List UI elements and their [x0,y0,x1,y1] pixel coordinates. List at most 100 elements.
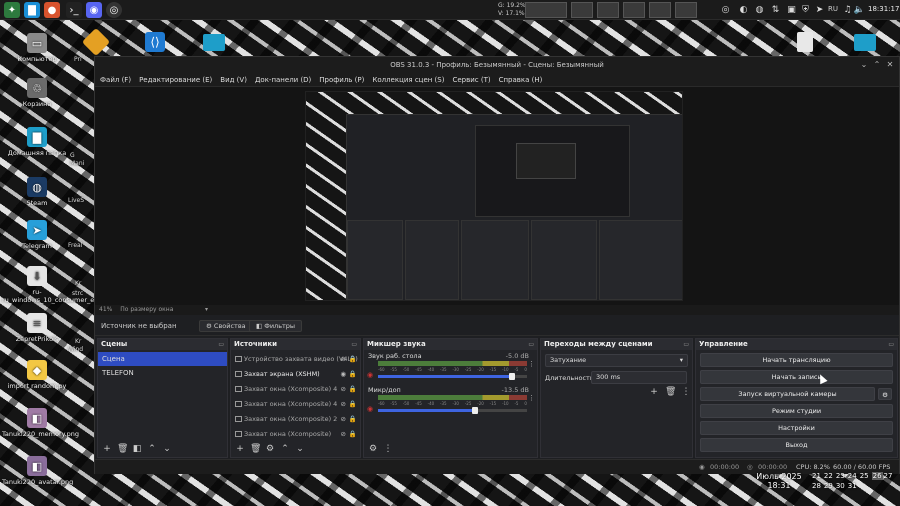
source-item[interactable]: Захват окна (Xcomposite) ⊘ 🔒 [231,427,360,442]
chevron-down-icon[interactable]: ▾ [205,305,208,315]
desktop-icon[interactable]: ◆ import random.py [2,360,72,390]
filter-icon[interactable]: ◧ [132,444,142,454]
desktop-icon[interactable]: ◧ Tanuki220_avatar.png [2,456,73,486]
lock-icon[interactable]: 🔒 [349,412,357,427]
duration-input[interactable]: 300 ms [591,371,687,384]
trash-icon[interactable]: 🗑 [250,444,261,454]
calendar-day[interactable]: 22 [824,472,833,480]
eye-hidden-icon[interactable]: ⊘ [341,352,346,367]
source-item[interactable]: Устройство захвата видео (V4L2) ⊘ 🔒 [231,352,360,367]
tray-app-icon[interactable]: ◐ [738,4,749,15]
network-icon[interactable]: ⇅ [770,4,781,15]
lock-icon[interactable]: 🔒 [349,382,357,397]
volume-slider[interactable] [378,407,527,414]
audio-icon[interactable]: ♫ [842,4,853,15]
calendar-day[interactable]: 24 [848,472,857,480]
chevron-up-icon[interactable]: ⌃ [280,444,290,454]
desktop-folder-icon[interactable] [203,34,225,51]
chevron-down-icon[interactable]: ⌄ [295,444,305,454]
desktop-icon[interactable]: ➤ Telegram [2,220,72,250]
eye-hidden-icon[interactable]: ⊘ [341,427,346,442]
gear-icon[interactable]: ⚙ [878,388,892,400]
terminal-icon[interactable]: ›_ [66,2,82,18]
eye-hidden-icon[interactable]: ⊘ [341,412,346,427]
transition-select[interactable]: Затухание ▾ [545,354,688,367]
calendar-day[interactable]: 28 [812,482,821,490]
shield-icon[interactable]: ⛨ [800,4,811,15]
volume-slider-handle[interactable] [471,407,478,414]
zoom-bar[interactable]: 41% По размеру окна ▾ [95,305,899,315]
eye-hidden-icon[interactable]: ⊘ [341,382,346,397]
desktop-icon[interactable]: ◧ Tanuki220_memory.png [2,408,79,438]
add-icon[interactable]: + [102,444,112,454]
preview-area[interactable] [95,87,899,305]
clipboard-icon[interactable]: ▣ [786,4,797,15]
source-item[interactable]: Захват окна (Xcomposite) 4 ⊘ 🔒 [231,397,360,412]
more-icon[interactable]: ⋮ [528,360,535,368]
calendar-day[interactable]: 23 [836,472,845,480]
window-thumbnail[interactable] [525,2,567,18]
desktop-icon[interactable]: ⬇ ru-ru_windows_10_consumer_e... [2,266,101,304]
volume-slider[interactable] [378,373,527,380]
eye-icon[interactable]: ◉ [340,367,346,382]
lock-icon[interactable]: 🔒 [349,352,357,367]
desktop-icon-vscode[interactable]: ⟨⟩ [145,32,165,52]
panel-clock[interactable]: 18:31:17 [868,6,899,13]
window-thumbnail[interactable] [597,2,619,18]
steam-tray-icon[interactable]: ◍ [754,4,765,15]
scene-item[interactable]: TELEFON [98,366,227,380]
trash-icon[interactable]: 🗑 [117,444,128,454]
control-button[interactable]: Настройки [700,421,893,435]
add-icon[interactable]: + [649,387,659,397]
control-button[interactable]: Выход [700,438,893,452]
menu-item[interactable]: Справка (H) [499,76,543,84]
obs-tray-icon[interactable]: ◎ [720,4,731,15]
chevron-down-icon[interactable]: ⌄ [162,444,172,454]
pomodoro-icon[interactable]: ● [44,2,60,18]
desktop-icon[interactable]: ▭ Компьютер [2,33,72,63]
source-item[interactable]: Захват окна (Xcomposite) 2 ⊘ 🔒 [231,412,360,427]
volume-icon[interactable]: 🔈 [854,4,865,15]
desktop-icon[interactable]: ≡ ZapretPrikols [2,313,72,343]
mint-menu-icon[interactable]: ✦ [4,2,20,18]
lock-icon[interactable]: 🔒 [349,397,357,412]
more-icon[interactable]: ⋮ [383,444,393,454]
mute-icon[interactable]: ◉ [367,405,373,413]
desktop-icon[interactable]: ▇ Домашняя папка [2,127,72,157]
window-thumbnail[interactable] [571,2,593,18]
desktop-document-icon[interactable] [797,32,813,52]
control-button[interactable]: Начать трансляцию [700,353,893,367]
desktop-icon[interactable]: ♲ Корзина [2,78,72,108]
calendar-day[interactable]: 30 [836,482,845,490]
calendar-day[interactable]: 29 [824,482,833,490]
properties-button[interactable]: ⚙ Свойства [199,320,253,332]
window-thumbnail[interactable] [649,2,671,18]
menu-item[interactable]: Док-панели (D) [255,76,311,84]
desktop-icon[interactable]: ◍ Steam [2,177,72,207]
calendar-day[interactable]: 25 [860,472,869,480]
telegram-tray-icon[interactable]: ➤ [814,4,825,15]
filters-button[interactable]: ◧ Фильтры [249,320,303,332]
menu-item[interactable]: Коллекция сцен (S) [372,76,444,84]
keyboard-layout[interactable]: RU [828,6,838,13]
control-button[interactable]: Режим студии [700,404,893,418]
window-thumbnail[interactable] [623,2,645,18]
more-icon[interactable]: ⋮ [681,387,691,397]
window-thumbnail[interactable] [675,2,697,18]
gear-icon[interactable]: ⚙ [368,444,378,454]
preview-canvas[interactable] [305,91,683,301]
control-button[interactable]: Запуск виртуальной камеры ⚙ [700,387,892,401]
calendar-day[interactable]: 27 [884,472,893,480]
control-button[interactable]: Начать запись [700,370,893,384]
menu-item[interactable]: Сервис (T) [452,76,490,84]
calendar-day[interactable]: 31 [848,482,857,490]
calendar-today[interactable]: 26 [871,472,883,480]
eye-hidden-icon[interactable]: ⊘ [341,397,346,412]
volume-slider-handle[interactable] [509,373,516,380]
menu-item[interactable]: Вид (V) [220,76,247,84]
scene-item[interactable]: Сцена [98,352,227,366]
files-icon[interactable]: ▇ [24,2,40,18]
calendar-day[interactable]: 21 [812,472,821,480]
add-icon[interactable]: + [235,444,245,454]
mute-icon[interactable]: ◉ [367,371,373,379]
